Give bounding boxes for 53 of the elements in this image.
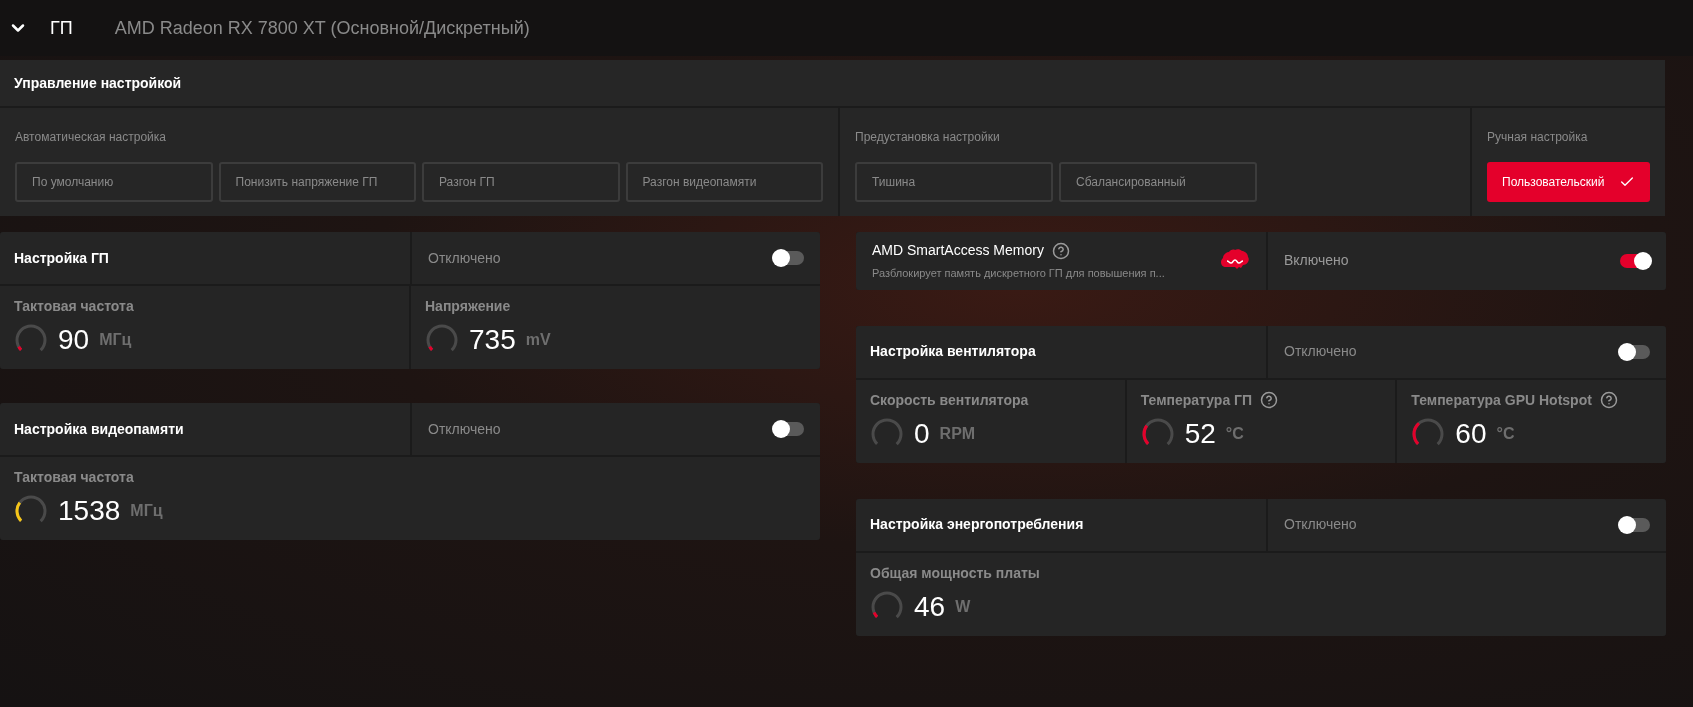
metric-unit: МГц [99,330,132,350]
toggle-switch[interactable] [774,422,804,436]
device-name: AMD Radeon RX 7800 XT (Основной/Дискретный) [114,16,530,40]
metric-unit: W [955,596,971,617]
metric-label: Тактовая частота [14,468,134,487]
metric-label: Напряжение [425,297,511,316]
metric-label: Температура ГП [1140,390,1253,410]
metric-label: Скорость вентилятора [870,390,1029,410]
metric-value: 1538 [58,497,121,525]
preset-button[interactable]: Сбалансированный [1059,162,1257,202]
preset-button[interactable]: Разгон видеопамяти [625,162,823,202]
section-title: Настройка энергопотребления [870,515,1084,534]
help-icon[interactable] [1260,391,1279,409]
metric-value: 52 [1184,419,1216,448]
metric-value: 60 [1455,419,1487,448]
section-title: Настройка вентилятора [870,342,1036,361]
metric-unit: mV [525,330,551,350]
status-text: Отключено [1284,342,1357,361]
metric-unit: RPM [939,423,976,444]
panel-title: Управление настройкой [14,73,182,93]
preset-button[interactable]: Понизить напряжение ГП [218,162,416,202]
status-text: Отключено [428,248,501,268]
metric-value: 46 [914,592,946,621]
help-icon[interactable] [1599,391,1618,409]
metric-label: Температура GPU Hotspot [1411,390,1592,410]
metric-unit: °C [1225,423,1244,444]
preset-button[interactable]: Тишина [855,162,1053,202]
section-title: Настройка ГП [14,248,109,268]
group-label: Автоматическая настройка [15,129,167,146]
status-text: Отключено [428,419,501,439]
toggle-switch[interactable] [1620,517,1650,532]
metric-value: 90 [58,326,90,354]
toggle-switch[interactable] [1620,344,1650,359]
section-title: Настройка видеопамяти [14,419,184,439]
status-text: Включено [1284,251,1349,271]
group-label: Ручная настройка [1487,129,1589,146]
group-label: Предустановка настройки [855,129,1001,146]
feature-title: AMD SmartAccess Memory [872,241,1044,260]
preset-button[interactable]: Разгон ГП [422,162,620,202]
toggle-switch[interactable] [1620,253,1650,268]
feature-description: Разблокирует память дискретного ГП для повышения п... [872,266,1166,281]
metric-unit: МГц [130,501,163,521]
metric-value: 0 [914,419,930,448]
preset-button[interactable]: Пользовательский [1487,162,1650,202]
section-title: ГП [50,16,73,40]
preset-button[interactable]: По умолчанию [15,162,213,202]
metric-value: 735 [469,326,516,354]
metric-unit: °C [1496,423,1515,444]
help-icon[interactable] [1051,241,1070,260]
status-text: Отключено [1284,515,1357,534]
metric-label: Тактовая частота [14,297,134,316]
toggle-switch[interactable] [774,251,804,265]
metric-label: Общая мощность платы [870,563,1040,583]
